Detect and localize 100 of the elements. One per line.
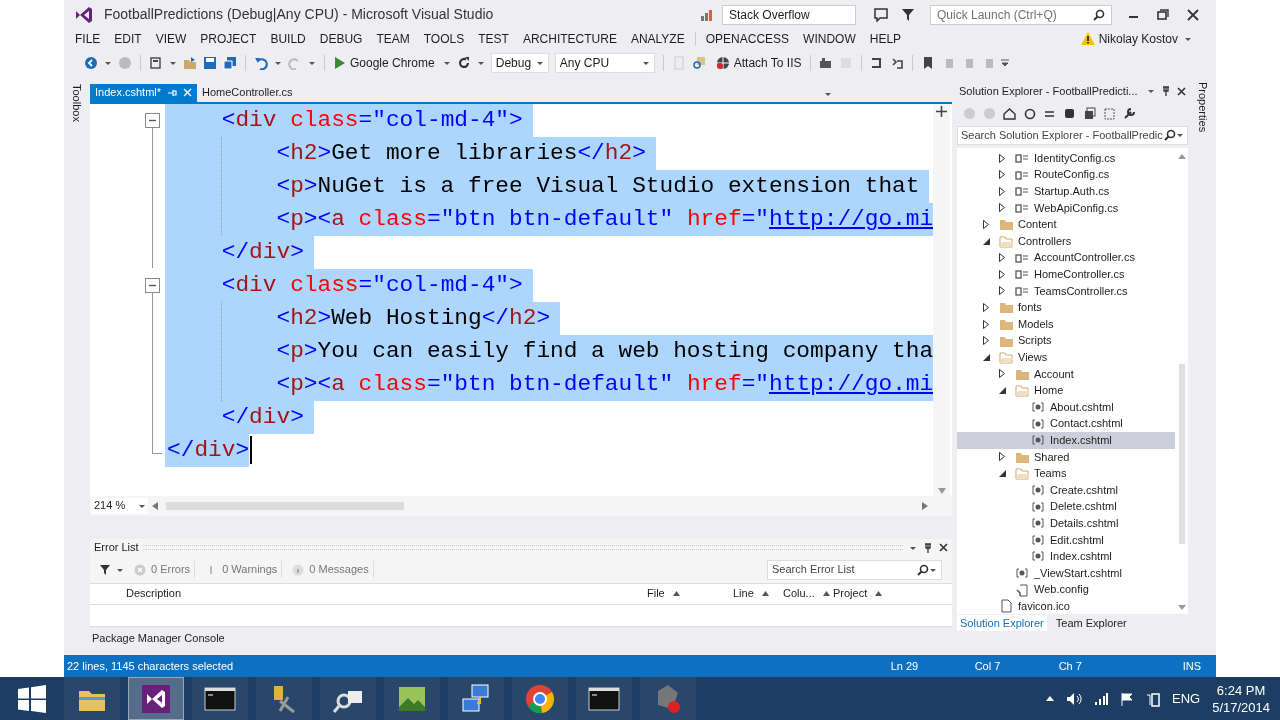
tree-item[interactable]: Shared	[957, 448, 1175, 466]
quick-launch-field[interactable]: Quick Launch (Ctrl+Q)	[930, 4, 1112, 25]
tree-item[interactable]: Index.cshtml	[957, 431, 1175, 449]
column-header[interactable]: Line	[727, 585, 777, 602]
attach-button[interactable]: Attach To IIS	[715, 53, 802, 72]
caret-icon[interactable]	[104, 59, 112, 66]
collapsed-arrow-icon[interactable]	[999, 253, 1005, 263]
save-icon[interactable]	[203, 55, 217, 70]
tree-item[interactable]: Contact.cshtml	[957, 415, 1175, 432]
caret-icon[interactable]	[308, 59, 316, 66]
tree-item[interactable]: Delete.cshtml	[957, 498, 1175, 515]
search-field[interactable]: Search Solution Explorer - FootballPredic	[957, 125, 1188, 145]
tree-item[interactable]: fonts	[957, 299, 1175, 316]
menu-item[interactable]: TOOLS	[416, 29, 472, 48]
column-header[interactable]: Project	[827, 585, 907, 602]
tree-item[interactable]: About.cshtml	[957, 398, 1175, 416]
refresh-icon[interactable]	[456, 55, 471, 70]
document-tab[interactable]: HomeController.cs	[197, 83, 298, 102]
tree-item[interactable]: TeamsController.cs	[957, 282, 1175, 300]
panel-tab[interactable]: Solution Explorer	[957, 614, 1047, 632]
menu-item[interactable]: TEST	[471, 29, 516, 48]
signal-icon[interactable]	[1094, 692, 1108, 705]
filter-toggle[interactable]: 0 Warnings	[201, 561, 283, 578]
tree-item[interactable]: Details.cshtml	[957, 514, 1175, 532]
home-icon[interactable]	[1003, 106, 1016, 120]
collapsed-arrow-icon[interactable]	[999, 369, 1005, 379]
collapse-all-icon[interactable]	[1083, 106, 1096, 120]
toolbox-tab[interactable]: Toolbox	[68, 83, 86, 122]
tree-item[interactable]: Index.cshtml	[957, 548, 1175, 565]
tree-item[interactable]: Views	[957, 348, 1175, 366]
menu-item[interactable]: DEBUG	[312, 29, 370, 48]
filter-toggle[interactable]: 0 Errors	[130, 561, 196, 578]
chevron-up-icon[interactable]	[1046, 696, 1054, 701]
collapsed-arrow-icon[interactable]	[983, 336, 989, 346]
tree-item[interactable]: IdentityConfig.cs	[957, 149, 1175, 167]
collapsed-arrow-icon[interactable]	[999, 186, 1005, 196]
tree-item[interactable]: Create.cshtml	[957, 481, 1175, 499]
open-folder-icon[interactable]	[183, 55, 197, 70]
collapsed-arrow-icon[interactable]	[983, 302, 989, 312]
feedback-field[interactable]: Stack Overflow	[722, 4, 856, 25]
tree-item[interactable]: Content	[957, 216, 1175, 233]
menu-item[interactable]: TEAM	[369, 29, 417, 48]
tree-item[interactable]: AccountController.cs	[957, 249, 1175, 266]
collapse-icon[interactable]	[145, 277, 160, 293]
column-header[interactable]: Colu...	[777, 585, 827, 602]
pin-icon[interactable]	[923, 542, 933, 553]
caret-icon[interactable]	[169, 59, 177, 66]
tree-item[interactable]: RouteConfig.cs	[957, 166, 1175, 183]
tree-item[interactable]: HomeController.cs	[957, 265, 1175, 283]
expanded-arrow-icon[interactable]	[983, 353, 990, 361]
undo-icon[interactable]	[254, 55, 268, 70]
caret-icon[interactable]	[476, 59, 485, 66]
caret-icon[interactable]	[116, 566, 124, 573]
document-tab[interactable]: Index.cshtml*	[90, 83, 198, 102]
collapsed-arrow-icon[interactable]	[983, 220, 989, 229]
expanded-arrow-icon[interactable]	[983, 237, 990, 245]
caret-icon[interactable]	[1147, 88, 1155, 95]
vertical-scrollbar[interactable]	[933, 103, 950, 496]
user-name[interactable]: Nikolay Kostov	[1098, 29, 1178, 48]
language-indicator[interactable]: ENG	[1172, 688, 1201, 709]
caret-icon[interactable]	[442, 59, 451, 66]
close-icon[interactable]	[939, 543, 948, 553]
caret-icon[interactable]	[909, 544, 917, 551]
taskbar-button[interactable]	[128, 677, 184, 720]
indent-icon[interactable]	[869, 55, 884, 70]
expanded-arrow-icon[interactable]	[999, 469, 1006, 477]
collapsed-arrow-icon[interactable]	[999, 286, 1005, 296]
tree-item[interactable]: Teams	[957, 465, 1175, 482]
menu-item[interactable]: PROJECT	[193, 29, 264, 48]
search-field[interactable]: Search Error List	[767, 559, 942, 580]
flag-icon[interactable]	[1120, 691, 1134, 706]
menu-item[interactable]: ANALYZE	[623, 29, 692, 48]
scroll-right-icon[interactable]	[922, 501, 928, 510]
column-header[interactable]: File	[641, 585, 727, 602]
menu-item[interactable]: BUILD	[263, 29, 313, 48]
tree-item[interactable]: Controllers	[957, 232, 1175, 250]
taskbar-button[interactable]	[192, 677, 248, 720]
tree-item[interactable]: WebApiConfig.cs	[957, 199, 1175, 217]
collapsed-arrow-icon[interactable]	[999, 153, 1005, 163]
collapsed-arrow-icon[interactable]	[983, 319, 989, 329]
run-button[interactable]: Google Chrome	[333, 53, 437, 72]
tree-item[interactable]: Models	[957, 315, 1175, 333]
platform-dropdown[interactable]: Any CPU	[554, 52, 655, 73]
tree-item[interactable]: _ViewStart.cshtml	[957, 564, 1175, 582]
tree-item[interactable]: Scripts	[957, 332, 1175, 349]
tree-item[interactable]: Account	[957, 365, 1175, 383]
menu-item[interactable]: ARCHITECTURE	[515, 29, 624, 48]
clock[interactable]: 6:24 PM 5/17/2014	[1212, 681, 1270, 716]
menu-item[interactable]: FILE	[68, 29, 108, 48]
zoom-dropdown[interactable]: 214 %	[92, 497, 148, 514]
tree-item[interactable]: Home	[957, 382, 1175, 399]
save-all-icon[interactable]	[223, 55, 237, 70]
speaker-icon[interactable]	[1066, 691, 1082, 706]
refresh-icon[interactable]	[1063, 106, 1076, 120]
menu-item[interactable]: HELP	[862, 29, 909, 48]
collapsed-arrow-icon[interactable]	[999, 269, 1005, 279]
server-icon[interactable]	[818, 55, 833, 70]
panel-tab[interactable]: Package Manager Console	[92, 630, 225, 649]
overflow-icon[interactable]	[1000, 58, 1009, 67]
battery-icon[interactable]	[1146, 690, 1160, 707]
